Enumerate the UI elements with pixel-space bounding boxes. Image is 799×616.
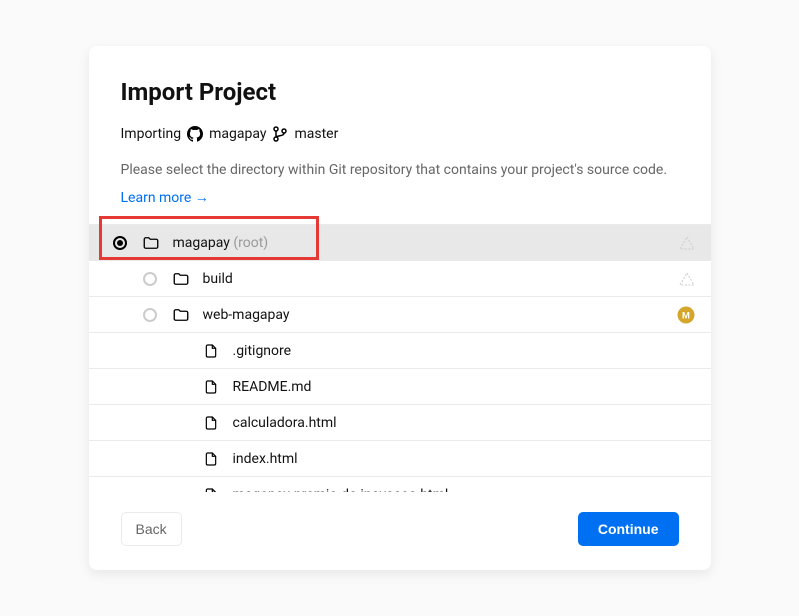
- tree-folder-row[interactable]: magapay (root): [89, 225, 711, 261]
- folder-icon: [171, 306, 191, 324]
- tree-file-row[interactable]: calculadora.html: [89, 405, 711, 441]
- file-icon: [201, 342, 221, 360]
- import-project-card: Import Project Importing magapay master …: [89, 46, 711, 570]
- tree-folder-row[interactable]: build: [89, 261, 711, 297]
- repo-name: magapay: [209, 126, 266, 142]
- item-name: .gitignore: [233, 343, 695, 359]
- branch-icon: [272, 126, 288, 142]
- item-name: magapay-premio-de-inovacao.html: [233, 487, 695, 493]
- radio-select[interactable]: [143, 272, 157, 286]
- continue-button[interactable]: Continue: [578, 512, 679, 546]
- tree-folder-row[interactable]: web-magapay M: [89, 297, 711, 333]
- radio-select[interactable]: [113, 236, 127, 250]
- tree-file-row[interactable]: index.html: [89, 441, 711, 477]
- file-tree[interactable]: magapay (root) build web-magapay M .gitignor…: [89, 224, 711, 492]
- framework-icon: [679, 272, 695, 286]
- svg-text:M: M: [682, 311, 690, 321]
- file-icon: [201, 486, 221, 493]
- importing-line: Importing magapay master: [121, 126, 679, 142]
- back-button[interactable]: Back: [121, 512, 182, 546]
- project-logo-icon: M: [677, 306, 695, 324]
- item-name: calculadora.html: [233, 415, 695, 431]
- item-name: magapay (root): [173, 235, 679, 251]
- folder-icon: [171, 270, 191, 288]
- framework-icon: [679, 236, 695, 250]
- item-name: README.md: [233, 379, 695, 395]
- branch-name: master: [294, 126, 338, 142]
- item-name: web-magapay: [203, 307, 677, 323]
- folder-icon: [141, 234, 161, 252]
- learn-more-link[interactable]: Learn more →: [121, 189, 209, 206]
- tree-file-row[interactable]: README.md: [89, 369, 711, 405]
- tree-file-row[interactable]: .gitignore: [89, 333, 711, 369]
- github-icon: [187, 126, 203, 142]
- item-name: index.html: [233, 451, 695, 467]
- file-icon: [201, 450, 221, 468]
- radio-select[interactable]: [143, 308, 157, 322]
- item-name: build: [203, 271, 679, 287]
- page-title: Import Project: [121, 78, 679, 106]
- file-icon: [201, 378, 221, 396]
- file-icon: [201, 414, 221, 432]
- description: Please select the directory within Git r…: [121, 160, 679, 181]
- tree-file-row[interactable]: magapay-premio-de-inovacao.html: [89, 477, 711, 492]
